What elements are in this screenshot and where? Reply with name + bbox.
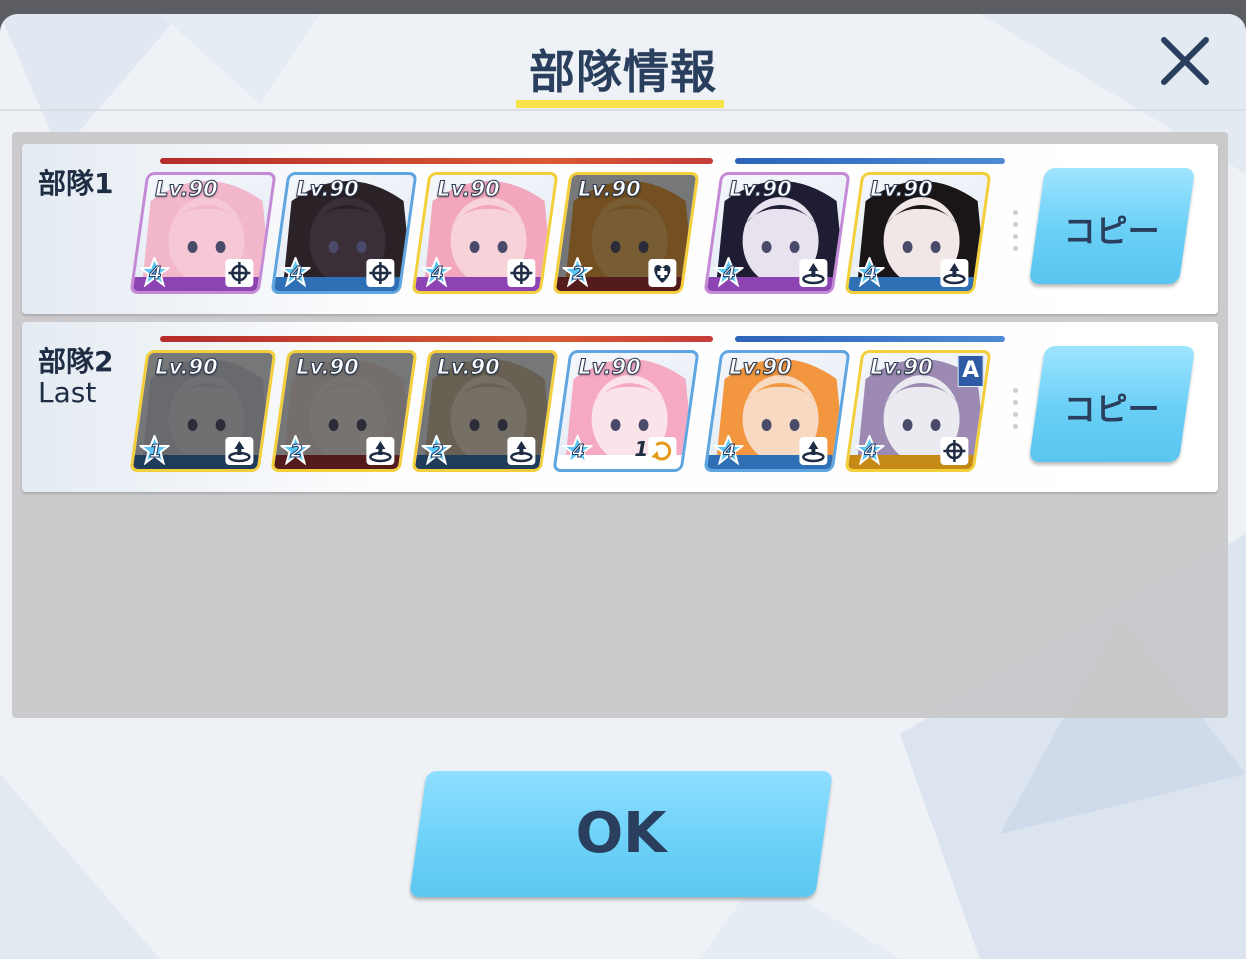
ok-label: OK <box>575 801 667 866</box>
close-button[interactable] <box>1152 36 1218 88</box>
member-card[interactable]: Lv.90 4 <box>411 172 559 294</box>
special-bar <box>735 158 1005 164</box>
support-icon <box>369 441 392 463</box>
level-label: Lv.90 <box>437 355 501 380</box>
member-card[interactable]: Lv.90 4 <box>129 172 277 294</box>
level-label: Lv.90 <box>870 177 934 202</box>
level-label: Lv.90 <box>155 177 219 202</box>
role-badge <box>799 259 828 287</box>
member-card[interactable]: Lv.90 4 <box>703 172 851 294</box>
member-card[interactable]: Lv.90 4 <box>703 350 851 472</box>
striker-bar <box>160 158 713 164</box>
support-icon <box>510 441 533 463</box>
member-card[interactable]: Lv.90 4 1 <box>552 350 700 472</box>
separator-dots <box>1012 210 1020 258</box>
star-count: 1 <box>149 441 163 463</box>
level-label: Lv.90 <box>155 355 219 380</box>
squad-name: 部隊1 <box>38 167 114 200</box>
role-count: 1 <box>634 437 649 461</box>
level-label: Lv.90 <box>729 355 793 380</box>
role-badge <box>799 437 828 465</box>
star-count: 4 <box>290 263 304 285</box>
squad-name: 部隊2 <box>38 345 114 378</box>
role-badge <box>225 437 254 465</box>
squad-info-dialog: 部隊情報 部隊1 Lv.90 4 Lv.90 4 Lv.90 4 Lv.90 2 Lv.90 4 L… <box>0 14 1246 959</box>
star-count: 2 <box>290 441 304 463</box>
member-card[interactable]: Lv.90 4 A <box>844 350 992 472</box>
star-count: 4 <box>864 263 878 285</box>
level-label: Lv.90 <box>296 177 360 202</box>
special-bar <box>735 336 1005 342</box>
squad-subtitle: Last <box>38 376 97 409</box>
target-icon <box>943 440 966 462</box>
member-card[interactable]: Lv.90 2 <box>270 350 418 472</box>
member-card[interactable]: Lv.90 2 <box>411 350 559 472</box>
member-card[interactable]: Lv.90 4 <box>270 172 418 294</box>
star-count: 2 <box>572 263 586 285</box>
role-badge <box>366 437 395 465</box>
role-badge <box>940 259 969 287</box>
star-count: 4 <box>864 441 878 463</box>
dialog-header: 部隊情報 <box>0 14 1246 112</box>
tactic-icon <box>651 441 672 461</box>
role-badge <box>648 259 677 287</box>
role-badge: 1 <box>634 437 677 465</box>
copy-label: コピー <box>1063 390 1160 428</box>
member-card[interactable]: Lv.90 1 <box>129 350 277 472</box>
role-badge <box>225 259 254 287</box>
rank-badge: A <box>957 355 984 387</box>
support-icon <box>802 441 825 463</box>
role-badge <box>940 437 969 465</box>
header-divider <box>0 109 1246 111</box>
star-count: 2 <box>431 441 445 463</box>
role-badge <box>507 259 536 287</box>
squad-row-1: 部隊1 Lv.90 4 Lv.90 4 Lv.90 4 Lv.90 2 Lv.90 4 Lv.90 4… <box>22 144 1218 314</box>
title-underline <box>516 100 724 108</box>
member-card[interactable]: Lv.90 4 <box>844 172 992 294</box>
level-label: Lv.90 <box>437 177 501 202</box>
copy-button[interactable]: コピー <box>1028 346 1196 462</box>
target-icon <box>369 262 392 284</box>
dialog-title: 部隊情報 <box>529 45 717 99</box>
level-label: Lv.90 <box>729 177 793 202</box>
level-label: Lv.90 <box>296 355 360 380</box>
level-label: Lv.90 <box>870 355 934 380</box>
star-count: 4 <box>723 263 737 285</box>
separator-dots <box>1012 388 1020 436</box>
support-icon <box>802 263 825 285</box>
support-icon <box>943 263 966 285</box>
star-count: 4 <box>572 441 586 463</box>
heal-icon <box>654 265 671 283</box>
close-icon <box>1161 37 1209 85</box>
role-badge <box>366 259 395 287</box>
star-count: 4 <box>149 263 163 285</box>
level-label: Lv.90 <box>578 355 642 380</box>
member-card[interactable]: Lv.90 2 <box>552 172 700 294</box>
role-badge <box>507 437 536 465</box>
level-label: Lv.90 <box>578 177 642 202</box>
striker-bar <box>160 336 713 342</box>
star-count: 4 <box>723 441 737 463</box>
target-icon <box>228 262 251 284</box>
copy-button[interactable]: コピー <box>1028 168 1196 284</box>
support-icon <box>228 441 251 463</box>
copy-label: コピー <box>1063 212 1160 250</box>
ok-button[interactable]: OK <box>409 771 833 897</box>
target-icon <box>510 262 533 284</box>
squad-row-2: 部隊2 Last Lv.90 1 Lv.90 2 Lv.90 2 Lv.90 4 1 Lv.90 4… <box>22 322 1218 492</box>
star-count: 4 <box>431 263 445 285</box>
